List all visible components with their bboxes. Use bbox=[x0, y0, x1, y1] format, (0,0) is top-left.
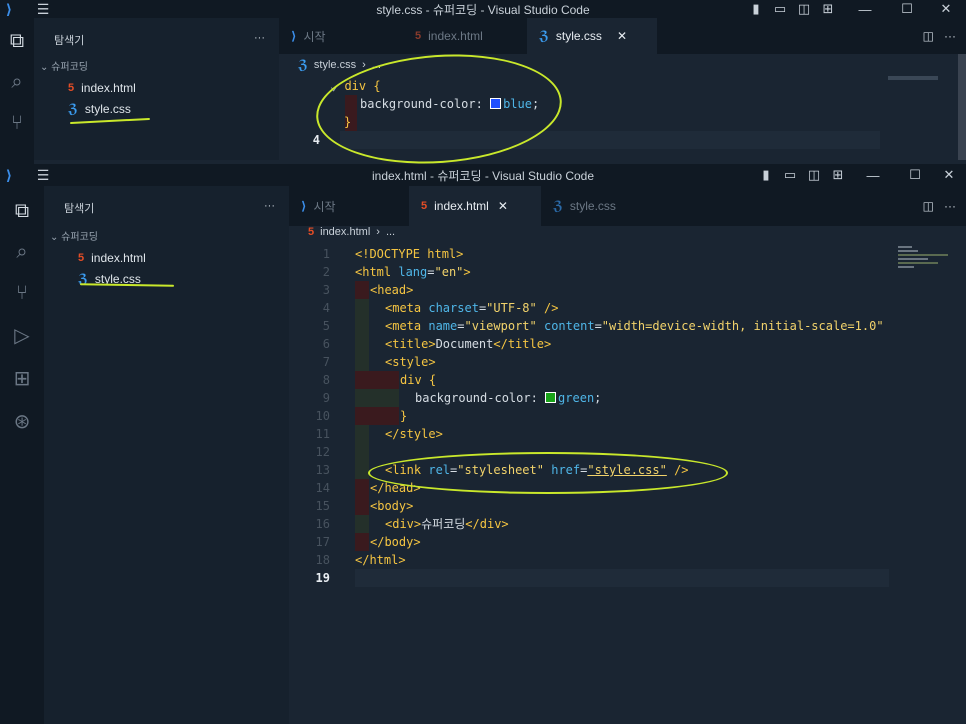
breadcrumb-file[interactable]: style.css bbox=[314, 59, 356, 71]
window-controls: ▮ ▭ ◫ ⊞ — ☐ ✕ bbox=[754, 164, 964, 186]
color-swatch[interactable] bbox=[545, 392, 557, 403]
maximize-icon[interactable]: ☐ bbox=[890, 1, 924, 17]
split-editor-icon[interactable]: ◫ bbox=[923, 199, 934, 213]
back-vscode-window: ⟩ ☰ style.css - 슈퍼코딩 - Visual Studio Cod… bbox=[0, 0, 966, 172]
file-item-index-html[interactable]: 5 index.html bbox=[34, 73, 279, 95]
more-actions-icon[interactable]: ··· bbox=[944, 29, 956, 43]
tab-style-css[interactable]: ℨ style.css ✕ bbox=[527, 18, 657, 54]
tab-label: 시작 bbox=[303, 29, 326, 44]
more-actions-icon[interactable]: ··· bbox=[944, 199, 956, 213]
file-label: style.css bbox=[84, 102, 131, 116]
toggle-panel-icon[interactable]: ▭ bbox=[768, 1, 792, 17]
explorer-icon[interactable]: ⧉ bbox=[0, 200, 44, 223]
html-file-icon: 5 bbox=[78, 252, 85, 264]
tab-label: index.html bbox=[428, 29, 483, 43]
html-file-icon: 5 bbox=[68, 82, 75, 94]
more-actions-icon[interactable]: ··· bbox=[264, 200, 275, 216]
editor-tab-bar: ⟩ 시작 5 index.html ℨ style.css ✕ ◫ ··· bbox=[279, 18, 966, 54]
folder-item[interactable]: ⌄ 슈퍼코딩 bbox=[44, 216, 289, 243]
customize-layout-icon[interactable]: ⊞ bbox=[826, 167, 850, 183]
split-editor-icon[interactable]: ◫ bbox=[923, 29, 934, 43]
minimize-icon[interactable]: — bbox=[840, 2, 890, 17]
current-line-highlight bbox=[355, 569, 889, 587]
title-bar: ⟩ ☰ style.css - 슈퍼코딩 - Visual Studio Cod… bbox=[0, 0, 966, 18]
toggle-secondary-sidebar-icon[interactable]: ◫ bbox=[802, 167, 826, 183]
close-icon[interactable]: ✕ bbox=[934, 167, 964, 183]
tab-welcome[interactable]: ⟩ 시작 bbox=[289, 186, 409, 226]
git-graph-icon[interactable]: ⊛ bbox=[0, 409, 44, 434]
file-item-style-css[interactable]: ℨ style.css bbox=[34, 95, 279, 117]
line-number-gutter: 1 2 3 4 5 6 7 8 9 10 11 12 13 14 15 16 1… bbox=[315, 247, 330, 585]
tab-label: 시작 bbox=[313, 199, 336, 214]
css-file-icon: ℨ bbox=[539, 28, 549, 43]
html-file-icon: 5 bbox=[308, 226, 315, 238]
front-vscode-window: ⟩ ☰ index.html - 슈퍼코딩 - Visual Studio Co… bbox=[0, 164, 966, 724]
html-file-icon: 5 bbox=[421, 200, 428, 212]
activity-bar: ⧉ ⌕ ⑂ ▷ ⊞ ⊛ bbox=[0, 186, 44, 724]
line-number: 4 bbox=[312, 133, 320, 147]
minimap[interactable] bbox=[888, 76, 938, 80]
scrollbar[interactable] bbox=[958, 54, 966, 160]
code-editor[interactable]: <!DOCTYPE html> <html lang="en"> <head> … bbox=[355, 245, 889, 569]
maximize-icon[interactable]: ☐ bbox=[896, 167, 934, 183]
explorer-header: 탐색기 ··· bbox=[34, 18, 279, 48]
window-controls: ▮ ▭ ◫ ⊞ — ☐ ✕ bbox=[744, 0, 966, 18]
tab-label: style.css bbox=[569, 199, 616, 213]
extensions-icon[interactable]: ⊞ bbox=[0, 366, 44, 391]
file-label: index.html bbox=[81, 81, 136, 95]
run-debug-icon[interactable]: ▷ bbox=[0, 323, 44, 348]
file-label: index.html bbox=[91, 251, 146, 265]
toggle-secondary-sidebar-icon[interactable]: ◫ bbox=[792, 1, 816, 17]
minimap[interactable] bbox=[898, 244, 958, 280]
css-file-icon: ℨ bbox=[553, 198, 563, 213]
editor-tab-bar: ⟩ 시작 5 index.html ✕ ℨ style.css ◫ ··· bbox=[289, 186, 966, 226]
breadcrumb: 5 index.html › ... bbox=[308, 226, 395, 238]
toggle-sidebar-icon[interactable]: ▮ bbox=[744, 1, 768, 17]
title-bar: ⟩ ☰ index.html - 슈퍼코딩 - Visual Studio Co… bbox=[0, 164, 966, 186]
minimize-icon[interactable]: — bbox=[850, 168, 896, 183]
folder-item[interactable]: ⌄ 슈퍼코딩 bbox=[34, 48, 279, 73]
vscode-logo-icon: ⟩ bbox=[301, 199, 307, 213]
tab-label: style.css bbox=[555, 29, 602, 43]
explorer-title: 탐색기 bbox=[64, 203, 95, 215]
breadcrumb-separator: › bbox=[376, 226, 380, 238]
breadcrumb-file[interactable]: index.html bbox=[320, 226, 370, 238]
css-file-icon: ℨ bbox=[298, 57, 308, 72]
more-actions-icon[interactable]: ··· bbox=[254, 32, 265, 48]
highlight-circle bbox=[368, 452, 728, 494]
explorer-icon[interactable]: ⧉ bbox=[0, 30, 34, 53]
editor-actions: ◫ ··· bbox=[923, 186, 966, 226]
tab-index-html[interactable]: 5 index.html ✕ bbox=[409, 186, 541, 226]
search-icon[interactable]: ⌕ bbox=[0, 241, 44, 264]
explorer-sidebar: 탐색기 ··· ⌄ 슈퍼코딩 5 index.html ℨ style.css bbox=[44, 186, 289, 724]
explorer-header: 탐색기 ··· bbox=[44, 186, 289, 216]
tab-welcome[interactable]: ⟩ 시작 bbox=[279, 18, 403, 54]
html-file-icon: 5 bbox=[415, 30, 422, 42]
close-tab-icon[interactable]: ✕ bbox=[498, 199, 508, 213]
explorer-title: 탐색기 bbox=[54, 35, 85, 47]
explorer-sidebar: 탐색기 ··· ⌄ 슈퍼코딩 5 index.html ℨ style.css bbox=[34, 18, 279, 160]
vscode-logo-icon: ⟩ bbox=[291, 29, 297, 43]
tab-style-css[interactable]: ℨ style.css bbox=[541, 186, 665, 226]
tab-index-html[interactable]: 5 index.html bbox=[403, 18, 527, 54]
tab-label: index.html bbox=[434, 199, 489, 213]
file-item-index-html[interactable]: 5 index.html bbox=[44, 243, 289, 265]
search-icon[interactable]: ⌕ bbox=[0, 71, 34, 94]
source-control-icon[interactable]: ⑂ bbox=[0, 282, 44, 305]
toggle-sidebar-icon[interactable]: ▮ bbox=[754, 167, 778, 183]
activity-bar: ⧉ ⌕ ⑂ bbox=[0, 18, 34, 168]
close-icon[interactable]: ✕ bbox=[924, 1, 966, 17]
toggle-panel-icon[interactable]: ▭ bbox=[778, 167, 802, 183]
customize-layout-icon[interactable]: ⊞ bbox=[816, 1, 840, 17]
editor-actions: ◫ ··· bbox=[923, 18, 966, 54]
breadcrumb-more[interactable]: ... bbox=[386, 226, 395, 238]
css-file-icon: ℨ bbox=[68, 101, 78, 116]
source-control-icon[interactable]: ⑂ bbox=[0, 112, 34, 135]
close-tab-icon[interactable]: ✕ bbox=[617, 29, 627, 43]
